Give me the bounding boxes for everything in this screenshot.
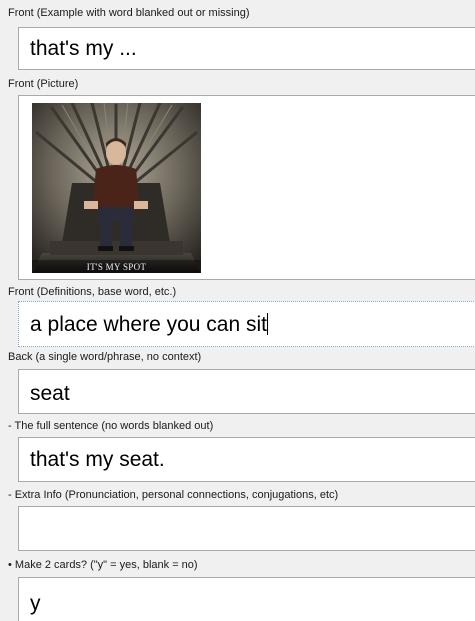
field-full-sentence[interactable]: that's my seat. <box>18 437 475 482</box>
field-label-front-definitions: Front (Definitions, base word, etc.) <box>8 286 177 298</box>
field-back[interactable]: seat <box>18 369 475 414</box>
field-front-example[interactable]: that's my ... <box>18 27 475 70</box>
note-editor: Front (Example with word blanked out or … <box>0 0 475 621</box>
field-label-extra-info: - Extra Info (Pronunciation, personal co… <box>8 489 339 501</box>
text-caret <box>266 313 268 335</box>
field-value: seat <box>30 382 70 405</box>
field-value: that's my ... <box>30 37 137 60</box>
field-label-front-example: Front (Example with word blanked out or … <box>8 7 250 19</box>
field-front-definitions[interactable]: a place where you can sit <box>18 301 475 347</box>
field-label-back: Back (a single word/phrase, no context) <box>8 351 202 363</box>
field-value: y <box>30 592 41 615</box>
field-label-full-sentence: - The full sentence (no words blanked ou… <box>8 420 214 432</box>
field-extra-info[interactable] <box>18 506 475 551</box>
throne-photo-icon: IT'S MY SPOT <box>32 101 201 273</box>
field-label-make-2-cards: • Make 2 cards? ("y" = yes, blank = no) <box>8 559 198 571</box>
field-value-with-caret: a place where you can sit <box>30 313 268 337</box>
field-make-2-cards[interactable]: y <box>18 577 475 621</box>
field-front-picture[interactable]: IT'S MY SPOT <box>18 95 475 280</box>
field-value: a place where you can sit <box>30 313 267 336</box>
field-value: that's my seat. <box>30 448 165 471</box>
field-label-front-picture: Front (Picture) <box>8 78 79 90</box>
image-caption: IT'S MY SPOT <box>86 262 147 272</box>
